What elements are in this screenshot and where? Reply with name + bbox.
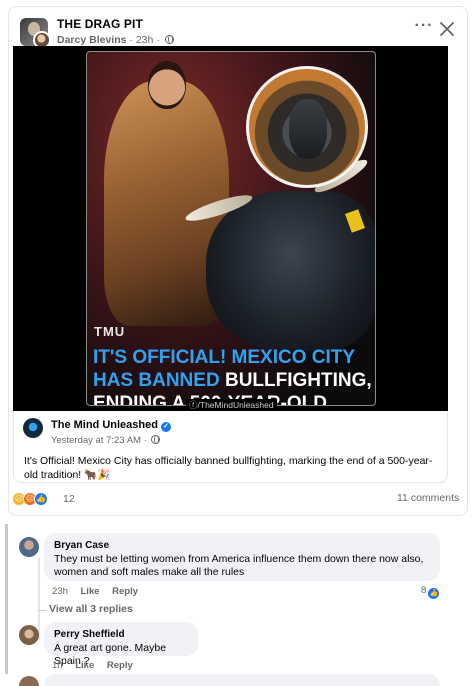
post-header: THE DRAG PIT Darcy Blevins · 23h · ··· <box>9 7 467 51</box>
commenter-avatar[interactable] <box>19 537 39 557</box>
watermark-text: /TheMindUnleashed <box>197 400 274 410</box>
image-frame <box>86 51 376 406</box>
commenter-name[interactable]: Bryan Case <box>54 540 430 551</box>
shared-post[interactable]: The Mind Unleashed ✓ Yesterday at 7:23 AM… <box>13 411 448 483</box>
globe-icon <box>151 435 161 444</box>
like-icon: 👍 <box>428 588 440 599</box>
group-name[interactable]: THE DRAG PIT <box>57 17 143 31</box>
scroll-edge <box>5 524 8 674</box>
commenter-name[interactable]: Perry Sheffield <box>54 629 188 640</box>
page-name[interactable]: The Mind Unleashed ✓ <box>51 419 171 432</box>
comment-like-button[interactable]: Like <box>81 586 100 597</box>
comment-like-count[interactable]: 8 👍 <box>421 585 440 599</box>
page-avatar[interactable] <box>23 418 43 438</box>
post-time[interactable]: 23h <box>136 34 154 46</box>
comment-actions: 23h Like Reply <box>52 586 148 597</box>
comment-reply-button[interactable]: Reply <box>107 660 133 671</box>
shared-text: It's Official! Mexico City has officiall… <box>24 455 433 481</box>
reply-connector <box>38 610 46 611</box>
more-icon[interactable]: ··· <box>414 18 434 39</box>
comment-actions: 1h Like Reply <box>52 660 143 671</box>
verified-icon: ✓ <box>160 422 171 432</box>
shared-time[interactable]: Yesterday at 7:23 AM · <box>51 435 161 446</box>
post-meta: Darcy Blevins · 23h · <box>57 34 174 46</box>
view-replies-link[interactable]: View all 3 replies <box>49 603 133 615</box>
comments-section: Bryan Case They must be letting women fr… <box>0 524 476 686</box>
meta-separator: · <box>156 34 163 46</box>
comment-bubble <box>44 674 440 686</box>
comment-reply-button[interactable]: Reply <box>112 586 138 597</box>
author-name[interactable]: Darcy Blevins <box>57 34 126 46</box>
close-icon[interactable] <box>437 19 457 39</box>
commenter-avatar[interactable] <box>19 625 39 645</box>
comment-like-number: 8 <box>421 585 427 596</box>
globe-icon <box>164 35 174 44</box>
comment-text: They must be letting women from America … <box>54 553 424 578</box>
thread-line <box>38 558 40 640</box>
reaction-count[interactable]: 12 <box>63 493 75 505</box>
comment-time[interactable]: 23h <box>52 586 68 597</box>
comment-bubble: Perry Sheffield A great art gone. Maybe … <box>44 622 198 667</box>
page-name-text[interactable]: The Mind Unleashed <box>51 419 158 431</box>
comments-count[interactable]: 11 comments <box>397 492 459 504</box>
comment-bubble: Bryan Case They must be letting women fr… <box>44 533 440 581</box>
commenter-avatar[interactable] <box>19 676 39 686</box>
comment-like-button[interactable]: Like <box>75 660 94 671</box>
like-reaction-icon: 👍 <box>34 492 48 506</box>
image-watermark: ⓕ/TheMindUnleashed <box>186 399 277 411</box>
comment-time[interactable]: 1h <box>52 660 63 671</box>
post-image[interactable]: TMU IT'S OFFICIAL! MEXICO CITY HAS BANNE… <box>13 46 448 411</box>
shared-time-text[interactable]: Yesterday at 7:23 AM <box>51 435 141 446</box>
